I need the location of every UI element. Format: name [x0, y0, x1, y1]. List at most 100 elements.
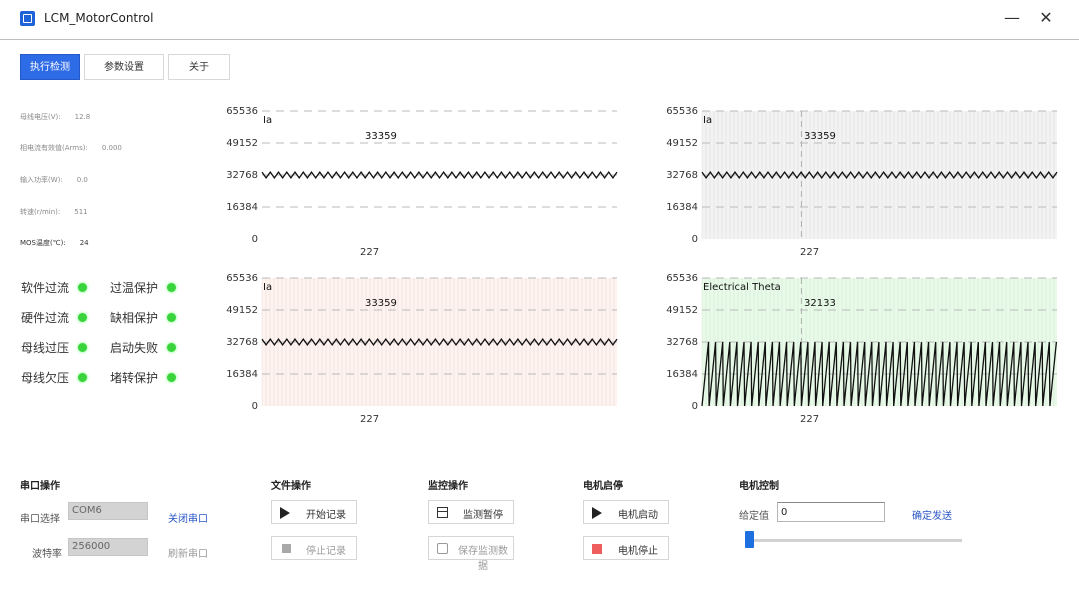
status-stall-protection: 堵转保护	[110, 369, 177, 385]
reading-value: 511	[74, 208, 88, 216]
x-tick-label: 227	[360, 414, 379, 425]
port-select[interactable]: COM6	[68, 502, 148, 520]
input-power-reading: 输入功率(W): 0.0	[20, 175, 88, 191]
speed-setpoint-label: 给定值	[739, 511, 769, 522]
play-icon	[280, 507, 290, 519]
y-tick-label: 0	[252, 401, 258, 412]
baud-rate-label: 波特率	[32, 549, 62, 560]
window-title: LCM_MotorControl	[44, 11, 154, 25]
status-led-icon	[167, 283, 177, 292]
waveform-chart-bottom-left[interactable]: 65536 49152 32768 16384 0 Ia 33359 227	[220, 272, 640, 425]
speed-slider-handle[interactable]	[745, 531, 754, 548]
status-startup-failure: 启动失败	[110, 339, 177, 355]
y-tick-label: 49152	[666, 138, 698, 149]
status-led-icon	[167, 343, 177, 352]
monitor-section-title: 监控操作	[428, 481, 468, 492]
status-led-icon	[78, 283, 88, 292]
y-tick-label: 49152	[226, 305, 258, 316]
speed-reading: 转速(r/min): 511	[20, 207, 88, 223]
tab-about[interactable]: 关于	[168, 54, 230, 80]
readout-value: 32133	[804, 298, 836, 309]
reading-label: 相电流有效值(Arms):	[20, 144, 88, 152]
y-tick-label: 16384	[226, 202, 258, 213]
y-tick-label: 32768	[226, 337, 258, 348]
send-setpoint-link[interactable]: 确定发送	[912, 507, 952, 522]
status-led-icon	[167, 313, 177, 322]
stop-icon	[592, 544, 602, 554]
close-port-link[interactable]: 关闭串口	[168, 510, 208, 525]
status-led-icon	[167, 373, 177, 382]
reading-value: 0.000	[101, 144, 122, 152]
file-section-title: 文件操作	[271, 481, 311, 492]
y-tick-label: 0	[692, 401, 698, 412]
series-name-label: Ia	[263, 282, 272, 293]
chart-svg: 65536 49152 32768 16384 0 Ia 33359 227	[226, 106, 618, 258]
y-tick-label: 65536	[666, 106, 698, 117]
stop-record-button[interactable]: 停止记录	[271, 536, 357, 560]
close-button[interactable]: ✕	[1034, 8, 1058, 30]
minimize-button[interactable]: —	[1000, 8, 1024, 30]
baud-rate-select[interactable]: 256000	[68, 538, 148, 556]
series-name-label: Ia	[703, 115, 712, 126]
y-tick-label: 65536	[226, 106, 258, 117]
title-bar: LCM_MotorControl — ✕	[0, 0, 1079, 40]
readout-value: 33359	[365, 298, 397, 309]
y-tick-label: 16384	[666, 369, 698, 380]
tab-parameter-settings[interactable]: 参数设置	[84, 54, 164, 80]
serial-section-title: 串口操作	[20, 481, 60, 492]
status-overtemperature: 过温保护	[110, 279, 177, 295]
status-led-icon	[78, 373, 88, 382]
chart-svg: 65536 49152 32768 16384 0 Ia 33359 227	[226, 273, 618, 425]
motor-section-title: 电机启停	[583, 481, 623, 492]
status-led-icon	[78, 313, 88, 322]
status-hardware-overcurrent: 硬件过流	[21, 309, 88, 325]
waveform-chart-bottom-right[interactable]: 65536 49152 32768 16384 0 Electrical Theta 321…	[660, 272, 1079, 425]
series-name-label: Ia	[263, 115, 272, 126]
reading-value: 24	[79, 239, 89, 247]
waveform-chart-top-right[interactable]: 65536 49152 32768 16384 0 Ia 33359 227	[660, 105, 1079, 258]
start-record-button[interactable]: 开始记录	[271, 500, 357, 524]
status-bus-undervoltage: 母线欠压	[21, 369, 88, 385]
speed-setpoint-input[interactable]	[777, 502, 885, 522]
y-tick-label: 32768	[666, 337, 698, 348]
pause-monitor-button[interactable]: 监测暂停	[428, 500, 514, 524]
x-tick-label: 227	[800, 414, 819, 425]
status-software-overcurrent: 软件过流	[21, 279, 88, 295]
status-label: 启动失败	[110, 341, 159, 355]
motor-stop-button[interactable]: 电机停止	[583, 536, 669, 560]
speed-slider-track[interactable]	[745, 539, 962, 542]
monitor-icon	[437, 507, 448, 518]
series-name-label: Electrical Theta	[703, 282, 781, 293]
motor-start-button[interactable]: 电机启动	[583, 500, 669, 524]
y-tick-label: 49152	[666, 305, 698, 316]
status-bus-overvoltage: 母线过压	[21, 339, 88, 355]
button-label: 保存监测数据	[458, 546, 508, 572]
y-tick-label: 65536	[226, 273, 258, 284]
reading-label: MOS温度(℃):	[20, 239, 66, 247]
bus-voltage-reading: 母线电压(V): 12.8	[20, 112, 90, 128]
y-tick-label: 49152	[226, 138, 258, 149]
waveform-chart-top-left[interactable]: 65536 49152 32768 16384 0 Ia 33359 227	[220, 105, 640, 258]
y-tick-label: 16384	[226, 369, 258, 380]
button-label: 开始记录	[306, 510, 346, 521]
y-tick-label: 32768	[226, 170, 258, 181]
tab-execute-detection[interactable]: 执行检测	[20, 54, 80, 80]
button-label: 停止记录	[306, 546, 346, 557]
chart-svg: 65536 49152 32768 16384 0 Ia 33359 227	[666, 106, 1058, 258]
refresh-port-link[interactable]: 刷新串口	[168, 545, 208, 560]
status-phase-loss: 缺相保护	[110, 309, 177, 325]
status-label: 软件过流	[21, 281, 70, 295]
save-monitor-data-button[interactable]: 保存监测数据	[428, 536, 514, 572]
mos-temperature-reading: MOS温度(℃): 24	[20, 238, 89, 254]
stop-icon	[282, 544, 291, 553]
reading-value: 0.0	[76, 176, 88, 184]
phase-current-reading: 相电流有效值(Arms): 0.000	[20, 143, 122, 159]
status-label: 过温保护	[110, 281, 159, 295]
port-select-label: 串口选择	[20, 514, 60, 525]
button-label: 电机启动	[618, 510, 658, 521]
play-icon	[592, 507, 602, 519]
save-icon	[437, 543, 448, 554]
x-tick-label: 227	[360, 247, 379, 258]
button-label: 监测暂停	[463, 510, 503, 521]
status-label: 母线过压	[21, 341, 70, 355]
